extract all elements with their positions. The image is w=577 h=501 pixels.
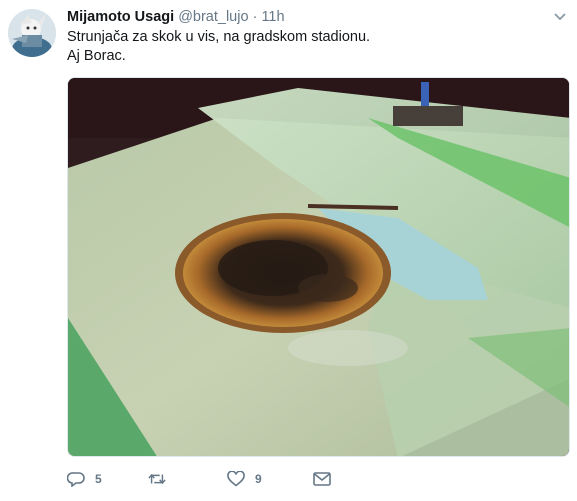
reply-button[interactable]: 5 [67,468,102,490]
retweet-button[interactable] [148,468,176,490]
author-name[interactable]: Mijamoto Usagi [67,9,174,25]
tweet[interactable]: Mijamoto Usagi @brat_lujo · 11h Strunjač… [0,0,577,501]
tweet-text-line: Strunjača za skok u vis, na gradskom sta… [67,29,371,45]
tweet-text: Strunjača za skok u vis, na gradskom sta… [67,28,557,66]
author-handle[interactable]: @brat_lujo [178,9,248,25]
like-button[interactable]: 9 [227,468,262,490]
chevron-down-icon[interactable] [552,9,568,25]
like-count: 9 [255,472,262,486]
message-icon [313,470,331,488]
tweet-header: Mijamoto Usagi @brat_lujo · 11h [67,7,537,27]
heart-icon [227,470,245,488]
tweet-timestamp[interactable]: 11h [261,9,284,25]
tweet-text-line: Aj Borac. [67,48,126,64]
reply-icon [67,470,85,488]
user-avatar[interactable] [8,9,56,57]
tweet-media-photo[interactable] [67,77,570,457]
direct-message-button[interactable] [313,468,331,490]
separator-dot: · [252,9,258,25]
tweet-actions: 5 9 [67,468,557,490]
reply-count: 5 [95,472,102,486]
retweet-icon [148,470,166,488]
